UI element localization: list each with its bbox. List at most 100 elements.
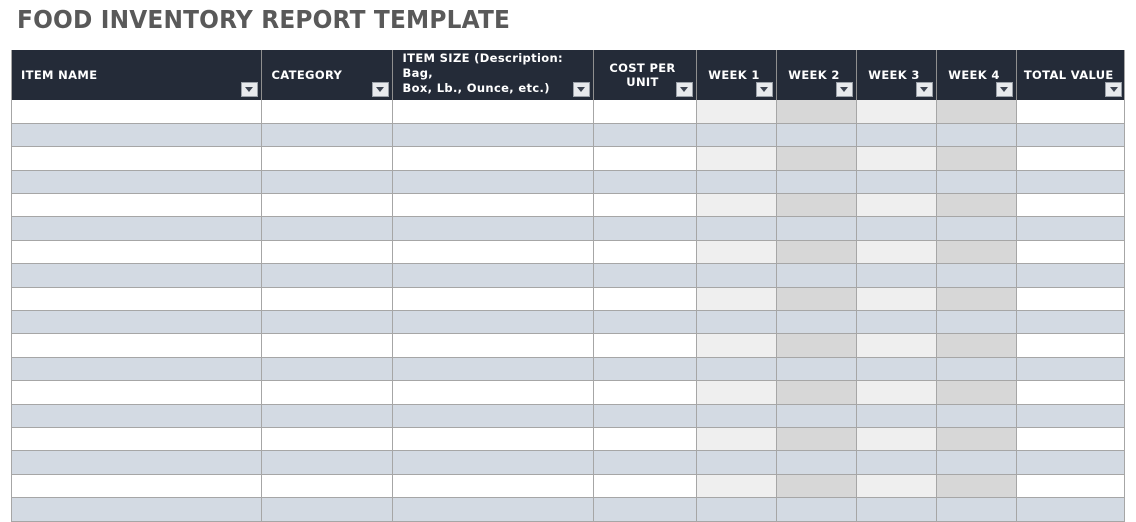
- table-cell[interactable]: [392, 450, 594, 475]
- table-cell[interactable]: [1016, 193, 1125, 218]
- table-cell[interactable]: [392, 100, 594, 124]
- table-cell[interactable]: [856, 310, 937, 335]
- table-cell[interactable]: [696, 263, 777, 288]
- table-cell[interactable]: [776, 333, 857, 358]
- table-cell[interactable]: [936, 450, 1017, 475]
- filter-dropdown-icon[interactable]: [572, 82, 590, 97]
- table-cell[interactable]: [776, 100, 857, 124]
- table-cell[interactable]: [696, 100, 777, 124]
- table-cell[interactable]: [11, 100, 262, 124]
- table-cell[interactable]: [261, 427, 393, 452]
- table-cell[interactable]: [261, 193, 393, 218]
- table-cell[interactable]: [11, 123, 262, 148]
- table-cell[interactable]: [11, 216, 262, 241]
- table-cell[interactable]: [392, 146, 594, 171]
- table-cell[interactable]: [856, 287, 937, 312]
- table-cell[interactable]: [856, 170, 937, 195]
- table-cell[interactable]: [936, 357, 1017, 382]
- table-cell[interactable]: [776, 123, 857, 148]
- table-cell[interactable]: [936, 100, 1017, 124]
- table-cell[interactable]: [696, 216, 777, 241]
- table-cell[interactable]: [593, 193, 697, 218]
- table-cell[interactable]: [261, 170, 393, 195]
- table-cell[interactable]: [593, 170, 697, 195]
- table-cell[interactable]: [856, 474, 937, 499]
- table-cell[interactable]: [11, 357, 262, 382]
- table-cell[interactable]: [856, 357, 937, 382]
- table-cell[interactable]: [776, 450, 857, 475]
- table-cell[interactable]: [1016, 427, 1125, 452]
- table-cell[interactable]: [936, 146, 1017, 171]
- table-cell[interactable]: [593, 333, 697, 358]
- table-cell[interactable]: [1016, 287, 1125, 312]
- table-cell[interactable]: [593, 357, 697, 382]
- table-cell[interactable]: [261, 216, 393, 241]
- table-cell[interactable]: [856, 193, 937, 218]
- table-cell[interactable]: [261, 497, 393, 522]
- filter-dropdown-icon[interactable]: [915, 82, 933, 97]
- table-cell[interactable]: [776, 310, 857, 335]
- table-cell[interactable]: [1016, 380, 1125, 405]
- table-cell[interactable]: [392, 427, 594, 452]
- table-cell[interactable]: [856, 263, 937, 288]
- table-cell[interactable]: [856, 100, 937, 124]
- filter-dropdown-icon[interactable]: [675, 82, 693, 97]
- table-cell[interactable]: [776, 287, 857, 312]
- table-cell[interactable]: [936, 287, 1017, 312]
- table-cell[interactable]: [11, 170, 262, 195]
- table-cell[interactable]: [261, 100, 393, 124]
- table-cell[interactable]: [11, 333, 262, 358]
- table-cell[interactable]: [261, 146, 393, 171]
- table-cell[interactable]: [936, 263, 1017, 288]
- table-cell[interactable]: [1016, 474, 1125, 499]
- table-cell[interactable]: [1016, 100, 1125, 124]
- table-cell[interactable]: [11, 497, 262, 522]
- table-cell[interactable]: [392, 240, 594, 265]
- table-cell[interactable]: [936, 333, 1017, 358]
- table-cell[interactable]: [392, 216, 594, 241]
- table-cell[interactable]: [261, 287, 393, 312]
- table-cell[interactable]: [936, 123, 1017, 148]
- table-cell[interactable]: [392, 333, 594, 358]
- filter-dropdown-icon[interactable]: [755, 82, 773, 97]
- table-cell[interactable]: [11, 474, 262, 499]
- table-cell[interactable]: [696, 357, 777, 382]
- table-cell[interactable]: [392, 497, 594, 522]
- filter-dropdown-icon[interactable]: [240, 82, 258, 97]
- table-cell[interactable]: [696, 427, 777, 452]
- table-cell[interactable]: [696, 240, 777, 265]
- table-cell[interactable]: [776, 146, 857, 171]
- table-cell[interactable]: [856, 380, 937, 405]
- table-cell[interactable]: [1016, 216, 1125, 241]
- table-cell[interactable]: [696, 450, 777, 475]
- table-cell[interactable]: [261, 263, 393, 288]
- table-cell[interactable]: [392, 380, 594, 405]
- table-cell[interactable]: [776, 263, 857, 288]
- table-cell[interactable]: [11, 450, 262, 475]
- table-cell[interactable]: [261, 404, 393, 428]
- table-cell[interactable]: [1016, 263, 1125, 288]
- table-cell[interactable]: [776, 357, 857, 382]
- table-cell[interactable]: [593, 474, 697, 499]
- table-cell[interactable]: [593, 404, 697, 428]
- table-cell[interactable]: [696, 193, 777, 218]
- table-cell[interactable]: [776, 497, 857, 522]
- table-cell[interactable]: [261, 474, 393, 499]
- table-cell[interactable]: [593, 123, 697, 148]
- table-cell[interactable]: [593, 450, 697, 475]
- table-cell[interactable]: [1016, 450, 1125, 475]
- table-cell[interactable]: [856, 333, 937, 358]
- table-cell[interactable]: [856, 404, 937, 428]
- table-cell[interactable]: [936, 474, 1017, 499]
- table-cell[interactable]: [936, 170, 1017, 195]
- table-cell[interactable]: [392, 123, 594, 148]
- table-cell[interactable]: [856, 123, 937, 148]
- table-cell[interactable]: [593, 287, 697, 312]
- table-cell[interactable]: [593, 380, 697, 405]
- table-cell[interactable]: [593, 240, 697, 265]
- table-cell[interactable]: [936, 427, 1017, 452]
- table-cell[interactable]: [1016, 310, 1125, 335]
- table-cell[interactable]: [696, 380, 777, 405]
- table-cell[interactable]: [856, 216, 937, 241]
- table-cell[interactable]: [936, 380, 1017, 405]
